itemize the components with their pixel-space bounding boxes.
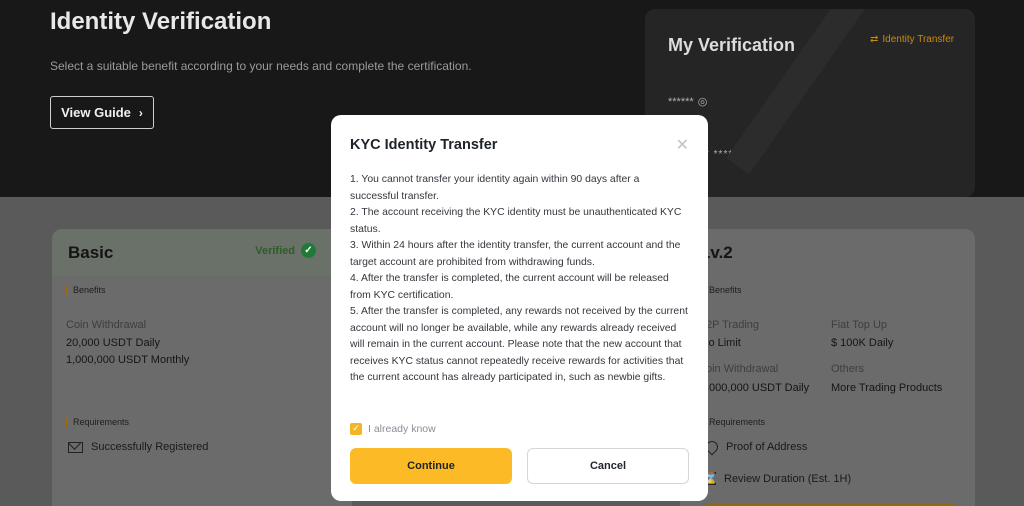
rule-item-3: 3. Within 24 hours after the identity tr… [350, 240, 681, 268]
basic-card-header: Basic Verified ✓ [52, 229, 352, 276]
coin-withdrawal-label: Coin Withdrawal [66, 319, 147, 331]
close-icon[interactable]: ✕ [676, 135, 689, 154]
requirements-label: Requirements [66, 417, 129, 427]
masked-account: ****** ◎ [668, 95, 708, 109]
modal-title: KYC Identity Transfer [350, 137, 498, 153]
basic-level-card: Basic Verified ✓ Benefits Coin Withdrawa… [52, 229, 352, 506]
masked-id: * **** **** [705, 149, 757, 160]
verified-badge: Verified ✓ [255, 243, 316, 258]
fiat-top-up-label: Fiat Top Up [831, 319, 888, 331]
rule-item-5: 5. After the transfer is completed, any … [350, 306, 688, 383]
rule-item-1: 1. You cannot transfer your identity aga… [350, 174, 640, 202]
mail-icon [68, 441, 83, 453]
page-title: Identity Verification [50, 8, 272, 35]
p2p-trading-label: 2P Trading [706, 319, 760, 331]
identity-transfer-label: Identity Transfer [882, 34, 955, 45]
p2p-trading-value: lo Limit [706, 337, 741, 349]
chevron-right-icon: › [138, 105, 143, 120]
rule-item-4: 4. After the transfer is completed, the … [350, 273, 669, 301]
monthly-limit: 1,000,000 USDT Monthly [66, 354, 190, 366]
requirement-item: Successfully Registered [68, 441, 208, 453]
benefits-label: Benefits [66, 285, 106, 295]
continue-button[interactable]: Continue [350, 448, 512, 484]
others-value: More Trading Products [831, 382, 943, 394]
requirement-address-text: Proof of Address [726, 441, 808, 453]
check-circle-icon: ✓ [301, 243, 316, 258]
eye-icon[interactable]: ◎ [698, 95, 708, 108]
requirement-duration-text: Review Duration (Est. 1H) [724, 472, 852, 485]
coin-withdrawal-value: ,000,000 USDT Daily [706, 382, 810, 394]
others-label: Others [831, 363, 865, 375]
basic-card-title: Basic [68, 243, 114, 262]
daily-limit: 20,000 USDT Daily [66, 337, 160, 349]
identity-transfer-link[interactable]: ⇄ Identity Transfer [870, 34, 954, 45]
transfer-icon: ⇄ [870, 34, 879, 45]
coin-withdrawal-label: oin Withdrawal [706, 363, 779, 375]
page-subtitle: Select a suitable benefit according to y… [50, 59, 472, 73]
requirement-duration: Review Duration (Est. 1H) [704, 472, 852, 485]
acknowledge-checkbox-row[interactable]: ✓ I already know [350, 423, 436, 435]
requirement-text: Successfully Registered [91, 441, 209, 453]
masked-account-text: ****** [668, 95, 694, 108]
view-guide-button[interactable]: View Guide › [50, 96, 154, 129]
acknowledge-label[interactable]: I already know [368, 423, 436, 435]
cancel-button[interactable]: Cancel [527, 448, 689, 484]
rule-item-2: 2. The account receiving the KYC identit… [350, 207, 682, 235]
requirements-label: Requirements [702, 417, 765, 427]
lv2-level-card: Lv.2 Benefits 2P Trading lo Limit Fiat T… [680, 229, 975, 506]
verified-label: Verified [255, 244, 295, 257]
lv2-card-header: Lv.2 [680, 229, 975, 276]
view-guide-label: View Guide [61, 105, 131, 120]
modal-body: 1. You cannot transfer your identity aga… [350, 172, 690, 387]
requirement-address: Proof of Address [703, 438, 808, 456]
my-verification-title: My Verification [668, 35, 796, 55]
acknowledge-checkbox[interactable]: ✓ [350, 423, 362, 435]
fiat-top-up-value: $ 100K Daily [831, 337, 894, 349]
kyc-transfer-modal: KYC Identity Transfer ✕ 1. You cannot tr… [331, 115, 708, 501]
